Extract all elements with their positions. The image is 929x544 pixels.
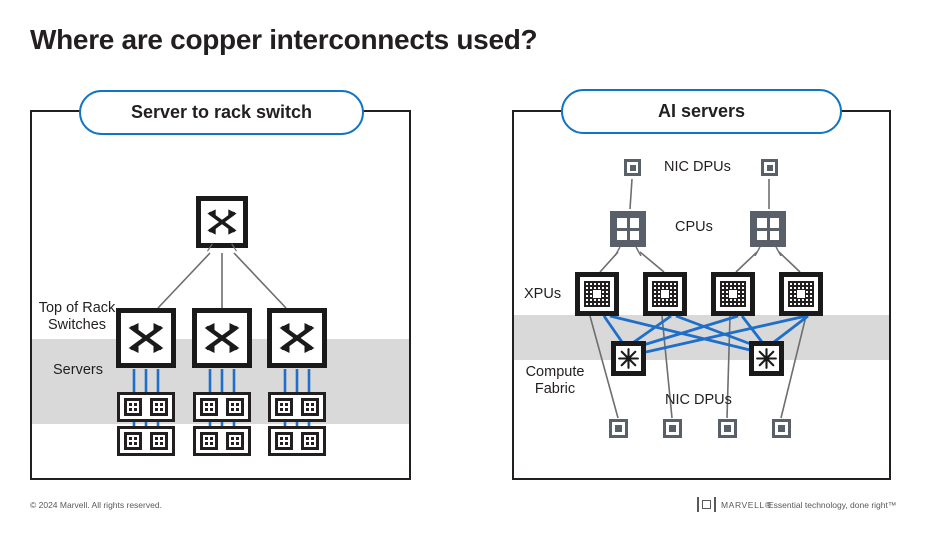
crossing-arrows-switch-icon <box>204 323 240 353</box>
xpu-node[interactable] <box>643 272 687 316</box>
cpu-icon <box>757 218 767 228</box>
device-feet-icon <box>610 247 646 256</box>
server-icon <box>150 432 168 450</box>
xpu-chip-icon <box>652 281 678 307</box>
server-node[interactable] <box>117 392 175 422</box>
compute-fabric-switch-node[interactable] <box>611 341 646 376</box>
server-icon <box>226 432 244 450</box>
xpu-chip-icon <box>584 281 610 307</box>
server-node[interactable] <box>117 426 175 456</box>
xpu-node[interactable] <box>711 272 755 316</box>
cpu-icon <box>769 218 779 228</box>
server-node[interactable] <box>268 392 326 422</box>
nic-dpu-node[interactable] <box>761 159 778 176</box>
server-icon <box>150 398 168 416</box>
nic-dpu-node[interactable] <box>609 419 628 438</box>
label-cpus: CPUs <box>675 219 713 235</box>
cpu-icon <box>629 230 639 240</box>
server-icon <box>301 398 319 416</box>
cpu-node[interactable] <box>750 211 786 256</box>
server-icon <box>226 398 244 416</box>
asterisk-fabric-switch-icon <box>756 348 777 369</box>
crossing-arrows-switch-icon <box>207 209 237 235</box>
marvell-wordmark: MARVELL® <box>721 499 772 510</box>
tagline-text: Essential technology, done right™ <box>768 500 897 510</box>
server-icon <box>200 432 218 450</box>
server-icon <box>124 432 142 450</box>
server-node[interactable] <box>193 392 251 422</box>
nic-dpu-icon <box>615 425 622 432</box>
server-icon <box>200 398 218 416</box>
label-compute-fabric: Compute Fabric <box>525 364 585 397</box>
label-servers: Servers <box>53 362 103 378</box>
nic-dpu-node[interactable] <box>772 419 791 438</box>
panel-left-heading: Server to rack switch <box>79 90 364 135</box>
server-icon <box>124 398 142 416</box>
xpu-node[interactable] <box>575 272 619 316</box>
panel-right-heading: AI servers <box>561 89 842 134</box>
server-icon <box>301 432 319 450</box>
device-feet-icon <box>750 247 786 256</box>
cpu-node[interactable] <box>610 211 646 256</box>
label-nic-dpus-bottom: NIC DPUs <box>665 392 732 408</box>
tor-switch-node[interactable] <box>192 308 252 368</box>
label-nic-dpus-top: NIC DPUs <box>664 159 731 175</box>
nic-dpu-icon <box>669 425 676 432</box>
nic-dpu-icon <box>724 425 731 432</box>
nic-dpu-icon <box>629 164 636 171</box>
cpu-icon <box>617 218 627 228</box>
nic-dpu-node[interactable] <box>663 419 682 438</box>
nic-dpu-icon <box>766 164 773 171</box>
nic-dpu-icon <box>778 425 785 432</box>
cpu-icon <box>629 218 639 228</box>
slide-canvas: Where are copper interconnects used? Ser… <box>0 0 929 544</box>
marvell-mark-icon <box>697 497 716 512</box>
nic-dpu-node[interactable] <box>624 159 641 176</box>
copyright-text: © 2024 Marvell. All rights reserved. <box>30 500 162 510</box>
asterisk-fabric-switch-icon <box>618 348 639 369</box>
marvell-logo: MARVELL® <box>697 497 772 512</box>
xpu-chip-icon <box>788 281 814 307</box>
server-node[interactable] <box>193 426 251 456</box>
xpu-node[interactable] <box>779 272 823 316</box>
server-node[interactable] <box>268 426 326 456</box>
xpu-chip-icon <box>720 281 746 307</box>
cpu-icon <box>617 230 627 240</box>
nic-dpu-node[interactable] <box>718 419 737 438</box>
spine-switch-node[interactable] <box>196 196 248 252</box>
compute-fabric-switch-node[interactable] <box>749 341 784 376</box>
server-icon <box>275 398 293 416</box>
server-icon <box>275 432 293 450</box>
label-top-of-rack-switches: Top of Rack Switches <box>38 300 116 333</box>
device-feet-icon <box>201 243 243 252</box>
label-xpus: XPUs <box>524 286 562 302</box>
tor-switch-node[interactable] <box>267 308 327 368</box>
cpu-icon <box>769 230 779 240</box>
crossing-arrows-switch-icon <box>279 323 315 353</box>
cpu-icon <box>757 230 767 240</box>
